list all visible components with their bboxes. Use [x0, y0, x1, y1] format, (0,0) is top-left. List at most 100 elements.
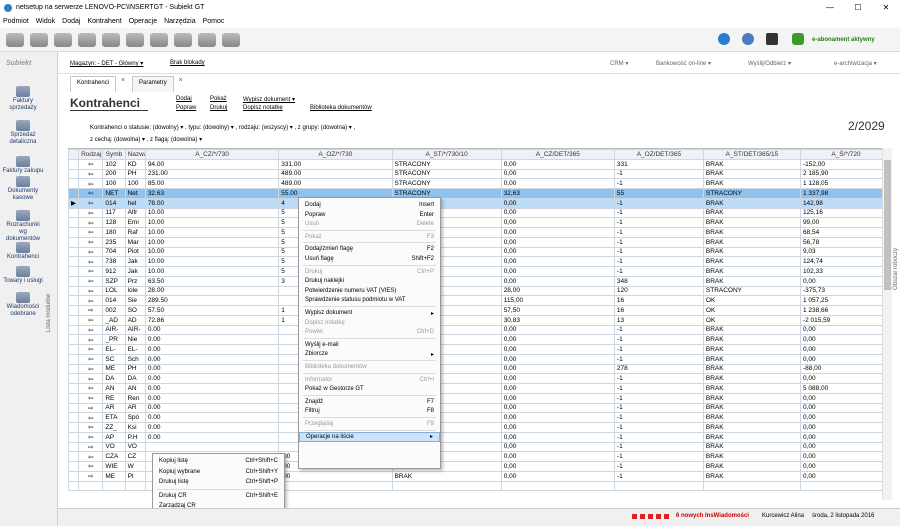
context-menu-item[interactable]: Potwierdzenie numeru VAT (VIES) [299, 286, 440, 296]
table-row[interactable]: ⇦ 100 100 85.00 489.00 STRACONY 0,00 -1 BRAK 1 12… [68, 178, 892, 189]
show-link[interactable]: Pokaż [210, 96, 227, 102]
table-row[interactable]: ⇦ 117 Alfr 10.00 5 0,00 -1 BRAK 125,16 [68, 207, 892, 219]
context-menu-item[interactable]: Zbiorcze ▸ [299, 349, 440, 359]
table-row[interactable]: ⇦ ETA Spó 0.00 0,00 -1 BRAK 0,00 [68, 412, 892, 423]
menu-item[interactable]: Narzędzia [164, 18, 196, 25]
context-menu-item[interactable]: Dodaj Insert [299, 200, 440, 210]
toolbar-button[interactable] [78, 32, 96, 47]
maximize-button[interactable]: ☐ [844, 0, 872, 15]
context-menu-item[interactable]: Usuń flagę Shift+F2 [299, 254, 440, 264]
menu-item[interactable]: Kontrahent [87, 18, 121, 25]
table-row[interactable]: ⇦ 235 Mar 10.00 5 0,00 -1 BRAK 56,78 [68, 236, 892, 248]
context-menu-item[interactable]: Drukuj Ctrl+P [299, 267, 440, 277]
filter-row-2[interactable]: z cechą: (dowolna) ▾ , z flagą: (dowolna… [90, 136, 202, 143]
table-row[interactable]: ⇦ 180 Raf 10.00 5 0,00 -1 BRAK 68,54 [68, 227, 892, 238]
workspace-tab[interactable]: Obszar roboczy [893, 248, 899, 290]
context-menu-item[interactable]: Operacje na liście ▸ [299, 431, 440, 442]
messages-status[interactable]: 6 nowych InsWiadomości [676, 513, 749, 519]
bank-online-menu[interactable]: Bankowość on-line ▾ [656, 60, 711, 67]
toolbar-button[interactable] [174, 32, 192, 47]
table-row[interactable]: ⇦ AIR- AIR- 0.00 0,00 -1 BRAK 0,00 [68, 324, 892, 336]
menu-item[interactable]: Pomoc [203, 18, 225, 25]
grid-scrollbar[interactable] [882, 148, 892, 500]
table-row[interactable]: ⇦ _PR Nie 0.00 0,00 -1 BRAK 0,00 [68, 334, 892, 345]
context-menu-item[interactable]: Informator Ctrl+I [299, 375, 440, 385]
context-menu-item[interactable]: Drukuj CR Ctrl+Shift+E [153, 491, 284, 501]
table-row[interactable]: ⇨ 002 SO 57.50 1 57,50 16 OK 1 238,66 [68, 305, 892, 316]
column-header[interactable]: A_ST/*/730/10 [391, 149, 502, 160]
table-row[interactable]: ⇦ RE Ren 0.00 0,00 -1 BRAK 0,00 [68, 392, 892, 404]
close-tab-icon[interactable]: × [179, 77, 183, 84]
table-row[interactable]: ⇦ AP P.H 0.00 0,00 -1 BRAK 0,00 [68, 431, 892, 443]
module-kontrahenci[interactable]: Kontrahenci [2, 242, 44, 261]
shield-icon[interactable] [792, 33, 804, 45]
context-menu-item[interactable]: Filtruj F8 [299, 406, 440, 416]
crm-menu[interactable]: CRM ▾ [610, 60, 628, 67]
toolbar-button[interactable] [198, 32, 216, 47]
menu-item[interactable]: Podmiot [3, 18, 29, 25]
toolbar-button[interactable] [126, 32, 144, 47]
table-row[interactable]: ⇦ 128 Emi 10.00 5 0,00 -1 BRAK 99,00 [68, 217, 892, 228]
toolbar-button[interactable] [150, 32, 168, 47]
tab-kontrahenci[interactable]: Kontrahenci × [70, 76, 125, 92]
table-row[interactable]: ⇦ SZP Prz 63.50 3 0,00 348 BRAK 0,00 [68, 275, 892, 287]
context-menu-item[interactable]: Drukuj listę Ctrl+Shift+P [153, 477, 284, 487]
send-receive-menu[interactable]: Wyślij/Odbierz ▾ [748, 60, 791, 67]
table-row[interactable]: ⇦ 704 Piot 10.00 5 0,00 -1 BRAK 9,03 [68, 246, 892, 258]
context-menu-item[interactable]: Popraw Enter [299, 210, 440, 220]
table-row[interactable]: ▶ ⇦ 014 hel 78.00 4 0,00 -1 BRAK 142,98 [68, 197, 892, 209]
column-header[interactable]: Symb [102, 149, 126, 160]
context-menu-item[interactable]: Drukuj naklejki [299, 276, 440, 286]
column-header[interactable]: A_OZ/*/730 [278, 149, 393, 160]
column-header[interactable]: A_CZ/DET/365 [500, 149, 615, 160]
table-row[interactable]: ⇦ 912 Jak 10.00 5 0,00 -1 BRAK 102,33 [68, 266, 892, 277]
table-row[interactable]: ⇦ 014 Sie 289.50 115,00 16 OK 1 057,25 [68, 295, 892, 306]
table-row[interactable]: ⇦ EL- EL- 0.00 0,00 -1 BRAK 0,00 [68, 344, 892, 355]
context-menu-item[interactable]: Kopiuj listę Ctrl+Shift+C [153, 456, 284, 466]
locks-link[interactable]: Brak blokady [170, 60, 205, 66]
edit-link[interactable]: Popraw [176, 105, 196, 111]
module-wiadomosci[interactable]: Wiadomości odebrane [2, 292, 44, 318]
column-header[interactable]: A_Ś/*/720 [799, 149, 892, 160]
menu-item[interactable]: Operacje [129, 18, 157, 25]
table-row[interactable]: ⇦ NET Net 32.63 55.00 STRACONY 32,63 55 STRACONY… [68, 188, 892, 199]
context-menu-item[interactable]: Sprawdzenie statusu podmiotu w VAT [299, 295, 440, 305]
table-row[interactable]: ⇦ ME PH 0.00 0,00 278 BRAK -88,00 [68, 363, 892, 375]
close-button[interactable]: ✕ [872, 0, 900, 15]
minimize-button[interactable]: — [816, 0, 844, 15]
add-link[interactable]: Dodaj [176, 96, 192, 102]
table-row[interactable]: ⇦ SC Sch 0.00 0,00 -1 BRAK 0,00 [68, 353, 892, 365]
module-faktury-zakupu[interactable]: Faktury zakupu [2, 156, 44, 175]
globe-icon[interactable] [742, 33, 754, 45]
module-sprzedaz-detaliczna[interactable]: Sprzedaż detaliczna [2, 120, 44, 146]
table-row[interactable]: ⇨ AR AR 0.00 0,00 -1 BRAK 0,00 [68, 402, 892, 414]
column-header[interactable]: Rodzaj [78, 149, 104, 160]
table-row[interactable]: ⇦ AN AN 0.00 0,00 -1 BRAK 5 088,00 [68, 383, 892, 394]
close-tab-icon[interactable]: × [121, 77, 125, 84]
context-menu-item[interactable]: Znajdź F7 [299, 397, 440, 407]
context-menu-item[interactable]: Kopiuj wybrane Ctrl+Shift+Y [153, 467, 284, 477]
menu-item[interactable]: Widok [36, 18, 55, 25]
table-row[interactable]: ⇦ LOL lole 28.00 28,00 120 STRACONY -375,73 [68, 285, 892, 297]
context-menu-item[interactable]: Usuń Delete [299, 219, 440, 229]
toolbar-button[interactable] [222, 32, 240, 47]
context-menu-item[interactable]: Dodaj/zmień flagę F2 [299, 244, 440, 254]
context-menu-item[interactable]: Biblioteka dokumentów [299, 362, 440, 372]
menu-item[interactable]: Dodaj [62, 18, 80, 25]
module-faktury-sprzedazy[interactable]: Faktury sprzedaży [2, 86, 44, 112]
table-row[interactable]: ⇦ 738 Jak 10.00 5 0,00 -1 BRAK 124,74 [68, 256, 892, 267]
modules-list-tab[interactable]: Lista modułów [46, 294, 52, 332]
column-header[interactable] [68, 149, 80, 160]
context-menu-item[interactable]: Wyślij e-mail [299, 340, 440, 350]
toolbar-button[interactable] [102, 32, 120, 47]
add-note-link[interactable]: Dopisz notatkę [243, 105, 283, 111]
earchive-menu[interactable]: e-archiwizacja ▾ [834, 60, 877, 67]
page-title[interactable]: Kontrahenci [70, 96, 140, 110]
settings-icon[interactable] [718, 33, 730, 45]
print-link[interactable]: Drukuj [210, 105, 227, 111]
filter-row[interactable]: Kontrahenci o statusie: (dowolny) ▾ , ty… [90, 124, 355, 131]
table-row[interactable]: ⇦ ZZ_ Ksi 0.00 0,00 -1 BRAK 0,00 [68, 422, 892, 433]
table-row[interactable]: ⇦ 200 PH 231.00 489.00 STRACONY 0,00 -1 BRAK 2 18… [68, 168, 892, 180]
context-menu-item[interactable]: Przeglądaj F9 [299, 419, 440, 429]
column-header[interactable]: A_CZ/*/730 [144, 149, 280, 160]
